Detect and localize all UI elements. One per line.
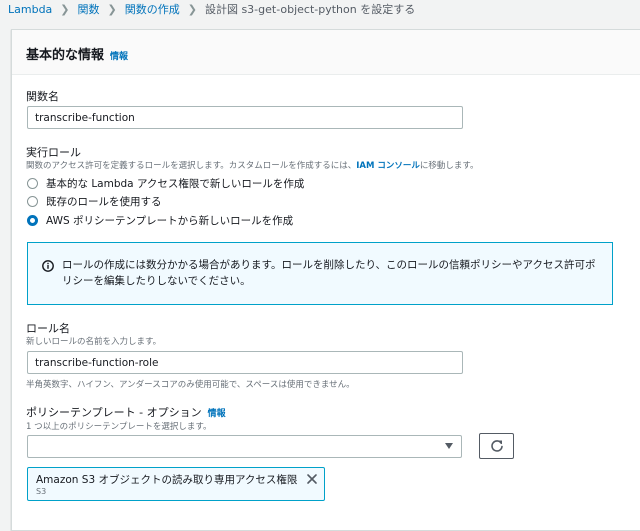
panel-title-text: 基本的な情報 (26, 48, 105, 63)
role-name-input[interactable] (27, 351, 463, 374)
radio-label: 既存のロールを使用する (46, 196, 162, 208)
function-name-input[interactable] (27, 106, 463, 129)
token-subtitle: S3 (36, 487, 47, 496)
policy-templates-label: ポリシーテンプレート - オプション 情報 (26, 404, 226, 420)
function-name-label: 関数名 (26, 90, 59, 103)
iam-console-link[interactable]: IAM コンソール (356, 161, 420, 171)
radio-basic-lambda-role[interactable]: 基本的な Lambda アクセス権限で新しいロールを作成 (27, 176, 304, 191)
selected-policy-token: Amazon S3 オブジェクトの読み取り専用アクセス権限 S3 (27, 467, 325, 501)
execution-role-description: 関数のアクセス許可を定義するロールを選択します。カスタムロールを作成するには、I… (26, 159, 479, 171)
role-name-description: 新しいロールの名前を入力します。 (26, 337, 162, 347)
role-name-label: ロール名 (26, 322, 70, 335)
info-alert: ロールの作成には数分かかる場合があります。ロールを削除したり、このロールの信頼ポ… (27, 242, 613, 305)
policy-template-select[interactable] (27, 435, 462, 458)
breadcrumb: Lambda ❯ 関数 ❯ 関数の作成 ❯ 設計図 s3-get-object-… (8, 0, 415, 18)
radio-policy-template-role[interactable]: AWS ポリシーテンプレートから新しいロールを作成 (27, 213, 293, 228)
breadcrumb-chevron-icon: ❯ (107, 2, 117, 16)
breadcrumb-chevron-icon: ❯ (187, 2, 197, 16)
refresh-icon (490, 440, 503, 452)
panel-title: 基本的な情報 情報 (26, 44, 128, 63)
breadcrumb-chevron-icon: ❯ (60, 2, 70, 16)
policy-templates-info-link[interactable]: 情報 (208, 409, 226, 419)
breadcrumb-create-function[interactable]: 関数の作成 (125, 1, 180, 17)
alert-text: ロールの作成には数分かかる場合があります。ロールを削除したり、このロールの信頼ポ… (62, 259, 596, 287)
radio-button[interactable] (27, 178, 38, 189)
radio-button-selected[interactable] (27, 215, 38, 226)
breadcrumb-functions[interactable]: 関数 (78, 1, 100, 17)
panel-header: 基本的な情報 情報 (12, 30, 640, 75)
caret-down-icon (445, 443, 453, 449)
close-icon[interactable] (306, 473, 318, 485)
breadcrumb-current: 設計図 s3-get-object-python を設定する (204, 3, 416, 16)
radio-label: AWS ポリシーテンプレートから新しいロールを作成 (46, 215, 294, 227)
policy-templates-description: 1 つ以上のポリシーテンプレートを選択します。 (26, 422, 212, 432)
execution-role-label: 実行ロール (26, 146, 81, 159)
refresh-button[interactable] (479, 433, 514, 459)
execution-role-description-prefix: 関数のアクセス許可を定義するロールを選択します。カスタムロールを作成するには、 (26, 161, 357, 171)
radio-existing-role[interactable]: 既存のロールを使用する (27, 194, 162, 209)
token-title: Amazon S3 オブジェクトの読み取り専用アクセス権限 (36, 474, 298, 486)
info-icon (42, 260, 54, 272)
breadcrumb-lambda[interactable]: Lambda (8, 3, 52, 16)
policy-templates-label-text: ポリシーテンプレート - オプション (26, 406, 202, 419)
panel-info-link[interactable]: 情報 (110, 52, 128, 62)
role-name-constraint: 半角英数字、ハイフン、アンダースコアのみ使用可能で、スペースは使用できません。 (26, 380, 355, 390)
radio-button[interactable] (27, 196, 38, 207)
radio-label: 基本的な Lambda アクセス権限で新しいロールを作成 (46, 178, 305, 190)
basic-info-panel: 基本的な情報情報 関数名 実行ロール 関数のアクセス許可を定義するロールを選択し… (11, 29, 640, 531)
execution-role-description-suffix: に移動します。 (419, 161, 479, 171)
